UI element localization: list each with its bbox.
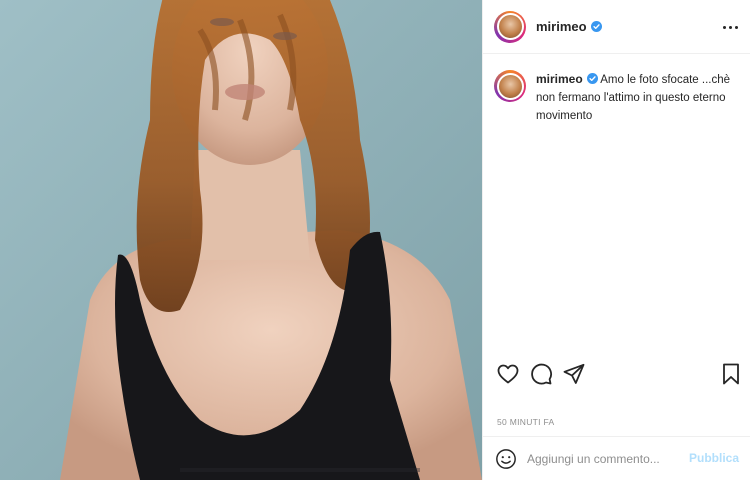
post-timestamp[interactable]: 50 MINUTI FA [497,417,554,427]
caption-verified-badge-icon [586,73,598,84]
caption-avatar[interactable] [494,70,526,102]
comment-input[interactable] [527,449,687,469]
post-header: mirimeo [483,0,750,54]
more-options-icon[interactable] [721,18,739,36]
heart-icon[interactable] [496,362,520,386]
avatar[interactable] [494,10,526,43]
caption-username[interactable]: mirimeo [536,72,583,86]
more-dot [734,25,738,29]
emoji-icon[interactable] [495,448,517,470]
post-sidebar: mirimeo mirimeo Amo le foto sfocate ...c… [482,0,750,480]
avatar-image [496,13,524,40]
paper-plane-icon[interactable] [562,362,586,386]
bookmark-icon[interactable] [719,362,743,386]
caption-text-block: mirimeo Amo le foto sfocate ...chè non f… [536,70,744,125]
publish-button[interactable]: Pubblica [689,451,739,465]
more-dot [722,25,726,29]
post-photo[interactable] [0,0,482,480]
caption-avatar-image [496,72,524,100]
comment-bar: Pubblica [483,436,750,480]
caption: mirimeo Amo le foto sfocate ...chè non f… [494,70,744,125]
comment-icon[interactable] [529,362,553,386]
post-actions [483,362,750,388]
instagram-post: mirimeo mirimeo Amo le foto sfocate ...c… [0,0,750,480]
username[interactable]: mirimeo [536,19,587,34]
more-dot [728,25,732,29]
verified-badge-icon [590,21,602,32]
post-photo-illustration [0,0,482,480]
